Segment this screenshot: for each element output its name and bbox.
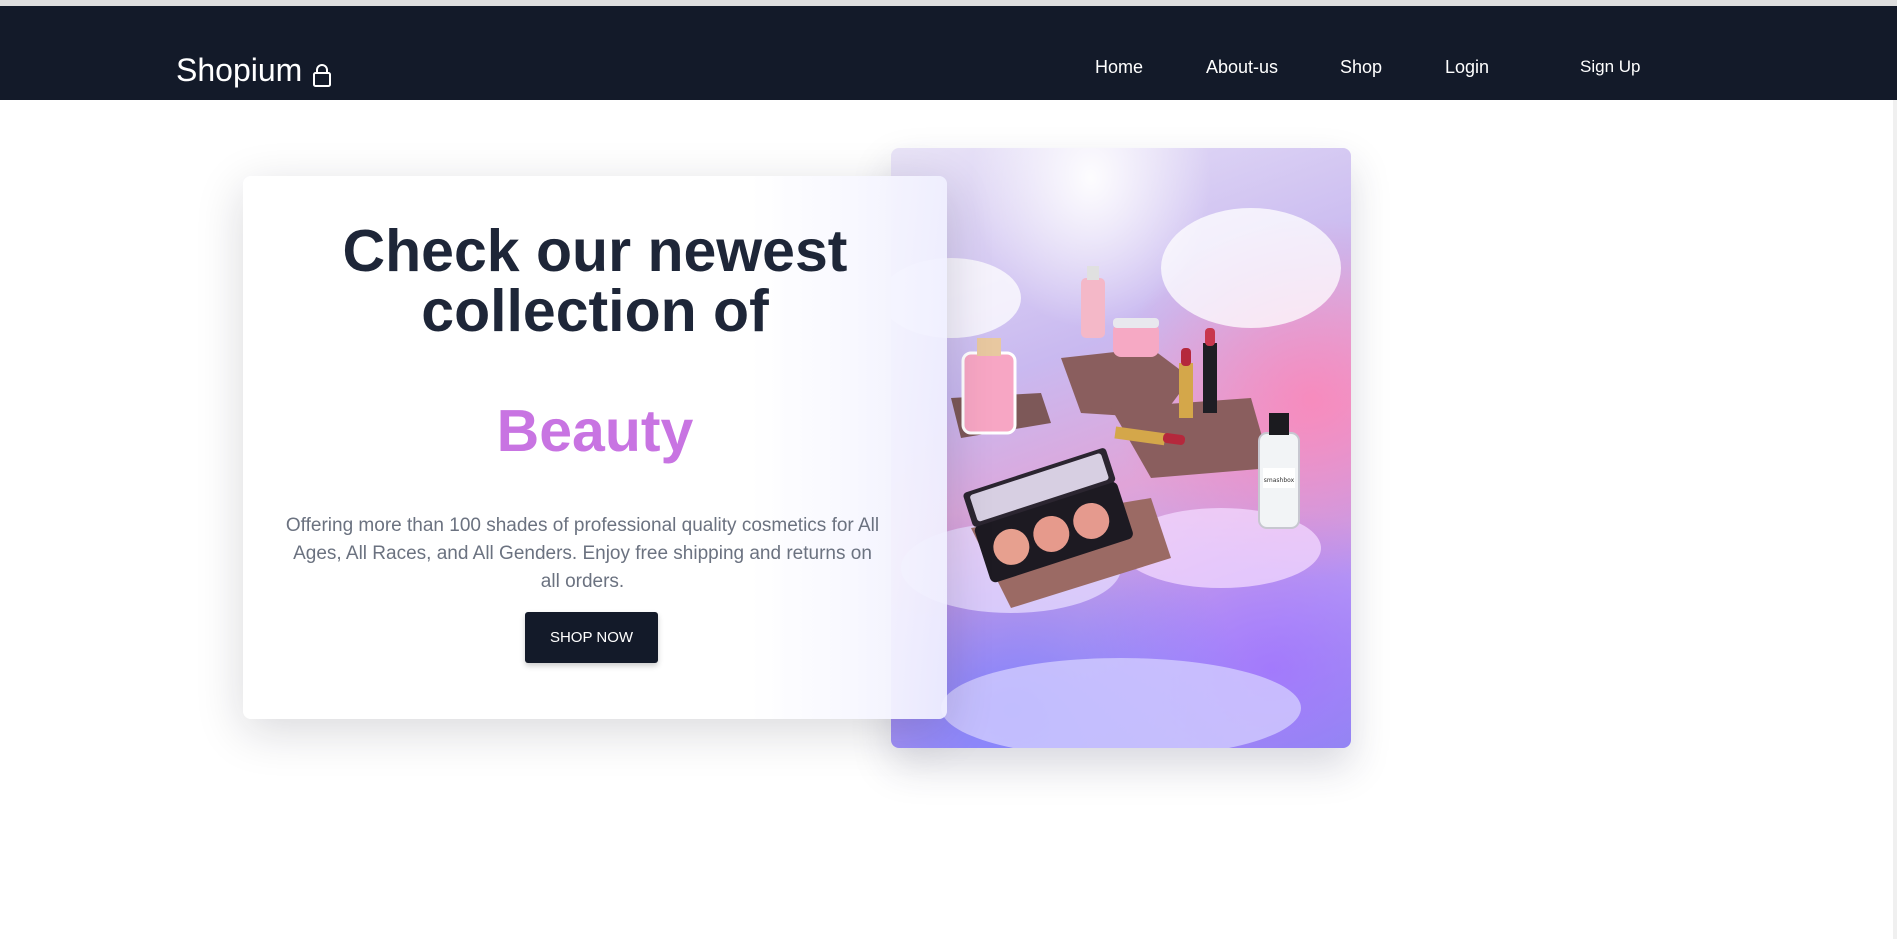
nav-shop-link[interactable]: Shop [1340,57,1382,78]
shopping-bag-icon [312,59,332,87]
product-label: smashbox [1264,477,1295,484]
hero-cosmetics-image: smashbox [891,148,1351,748]
nav-login-link[interactable]: Login [1445,57,1489,78]
hero-card: Check our newest collection of Beauty Of… [243,176,947,719]
page-scrollbar[interactable] [1893,100,1897,939]
brand-name: Shopium [176,51,303,88]
shop-now-button[interactable]: SHOP NOW [525,612,658,663]
hero-accent-word: Beauty [496,398,694,464]
nav-signup-link[interactable]: Sign Up [1580,57,1640,77]
hero-description: Offering more than 100 shades of profess… [285,515,880,592]
hero-headline: Check our newest collection of [342,218,848,344]
brand-logo[interactable]: Shopium [176,50,332,90]
nav-about-link[interactable]: About-us [1206,57,1278,78]
nav-home-link[interactable]: Home [1095,57,1143,78]
navbar: Shopium Home About-us Shop Login Sign Up [0,6,1897,100]
